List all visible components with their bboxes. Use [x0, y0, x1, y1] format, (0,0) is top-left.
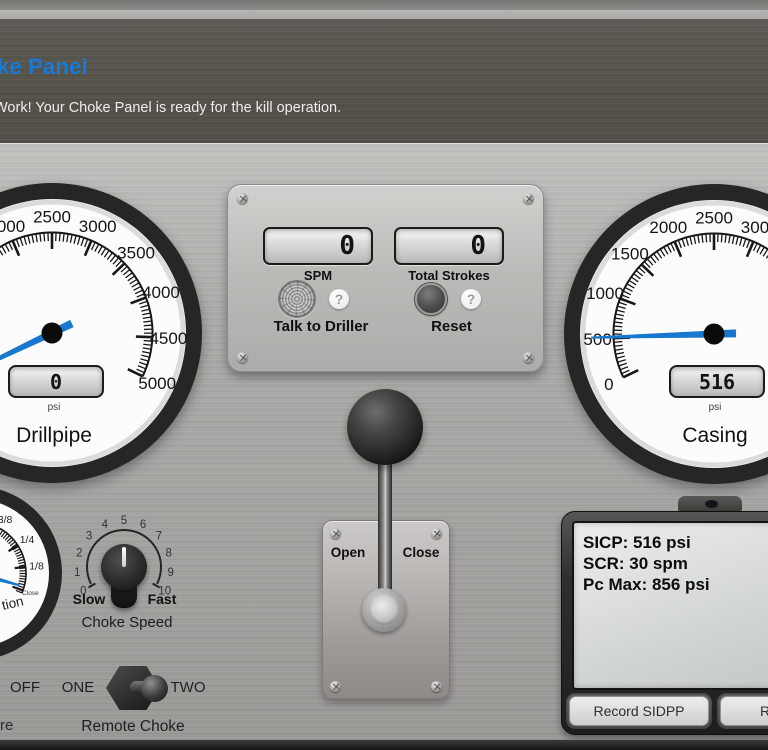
stroke-counter-panel: 0 0 SPM Total Strokes ? ? Talk to Drille… [227, 184, 544, 372]
choke-panel-screen: ke Panel Work! Your Choke Panel is ready… [0, 0, 768, 750]
choke-speed-slow-label: Slow [72, 591, 106, 607]
casing-unit-label: psi [708, 402, 722, 413]
screw-icon [330, 528, 341, 539]
header: ke Panel Work! Your Choke Panel is ready… [0, 19, 768, 143]
reset-help-button[interactable]: ? [461, 289, 481, 309]
knob-indicator-line [122, 547, 126, 567]
question-mark-icon: ? [466, 291, 476, 307]
choke-speed-fast-label: Fast [147, 591, 177, 607]
bracket-hole [705, 500, 718, 508]
switch-ball [141, 675, 168, 702]
spm-display: 0 [263, 227, 373, 265]
record-sidpp-button-well: Record SIDPP [566, 693, 712, 729]
partial-button-well: R [717, 693, 768, 729]
top-status-strip [0, 0, 768, 10]
page-title: ke Panel [0, 54, 88, 79]
screw-icon [237, 193, 248, 204]
cut-off-text-fragment: re [0, 717, 14, 734]
drillpipe-pressure-value: 0 [49, 369, 63, 394]
drillpipe-pressure-display: 0 [8, 365, 104, 398]
remote-choke-option-one: ONE [61, 679, 95, 696]
casing-pressure-display: 516 [669, 365, 765, 398]
scr-readout: SCR: 30 spm [583, 554, 688, 573]
lever-ball-knob [347, 389, 423, 465]
partial-button-label: R [760, 703, 768, 719]
lever-pivot-cap [369, 595, 399, 625]
talk-to-driller-label: Talk to Driller [273, 318, 369, 335]
spm-label: SPM [303, 268, 333, 283]
partial-button[interactable]: R [720, 696, 768, 726]
pcmax-readout: Pc Max: 856 psi [583, 575, 710, 594]
remote-choke-option-two: TWO [170, 679, 206, 696]
screw-icon [523, 193, 534, 204]
screw-icon [431, 681, 442, 692]
remote-choke-option-off: OFF [10, 679, 40, 696]
status-message: Work! Your Choke Panel is ready for the … [0, 100, 342, 116]
screw-icon [330, 681, 341, 692]
drillpipe-gauge-name: Drillpipe [16, 424, 92, 447]
choke-lever[interactable] [347, 389, 423, 612]
reset-button[interactable] [415, 283, 447, 315]
talk-to-driller-button[interactable] [278, 280, 316, 318]
total-strokes-display: 0 [394, 227, 504, 265]
window-chrome-strip [0, 10, 768, 19]
drillpipe-unit-label: psi [47, 402, 61, 413]
total-strokes-value: 0 [470, 231, 486, 261]
record-sidpp-button-label: Record SIDPP [593, 703, 685, 719]
data-screen: SICP: 516 psi SCR: 30 spm Pc Max: 856 ps… [572, 521, 768, 690]
remote-choke-label: Remote Choke [81, 718, 185, 735]
bottom-bar [0, 740, 768, 750]
choke-speed-label: Choke Speed [81, 614, 173, 631]
casing-gauge-name: Casing [682, 424, 748, 447]
reset-label: Reset [431, 318, 472, 335]
remote-choke-switch[interactable] [106, 666, 168, 710]
sicp-readout: SICP: 516 psi [583, 533, 691, 552]
casing-pressure-value: 516 [698, 369, 736, 394]
question-mark-icon: ? [334, 291, 344, 307]
spm-value: 0 [339, 231, 355, 261]
mount-bracket [678, 496, 742, 512]
screw-icon [237, 352, 248, 363]
spm-help-button[interactable]: ? [329, 289, 349, 309]
record-sidpp-button[interactable]: Record SIDPP [569, 696, 709, 726]
screw-icon [523, 352, 534, 363]
total-strokes-label: Total Strokes [408, 268, 490, 283]
screw-icon [431, 528, 442, 539]
